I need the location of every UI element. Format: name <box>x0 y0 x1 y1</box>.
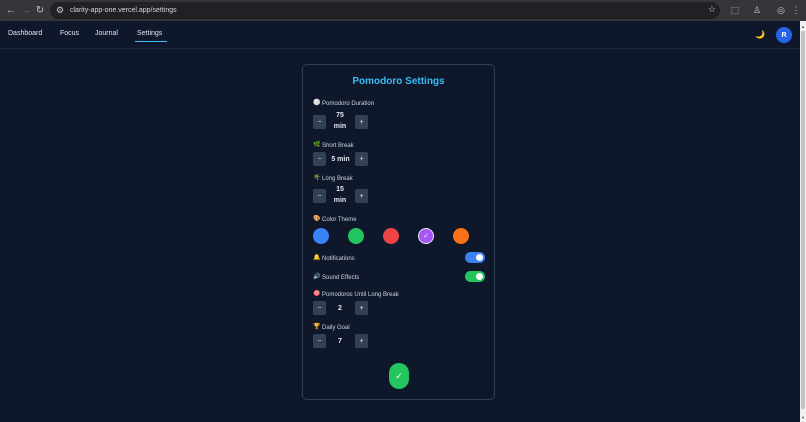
daily-goal-increase-button[interactable]: + <box>355 334 368 348</box>
pomodoros-until-long-break-label: 🎯 Pomodoros Until Long Break <box>313 291 399 298</box>
color-swatch[interactable] <box>383 228 399 244</box>
speaker-icon: 🔊 <box>313 274 321 280</box>
nav-link-settings[interactable]: Settings <box>137 30 162 37</box>
long-break-value: 15 min <box>330 184 350 206</box>
save-button[interactable]: ✓ <box>389 363 409 389</box>
pomodoros-decrease-button[interactable]: − <box>313 301 326 315</box>
daily-goal-value: 7 <box>338 338 342 345</box>
pomodoro-decrease-button[interactable]: − <box>313 115 326 129</box>
bookmark-star-icon[interactable]: ☆ <box>708 4 716 15</box>
account-icon[interactable]: ◎ <box>774 3 788 18</box>
bell-icon: 🔔 <box>313 255 321 261</box>
active-nav-indicator <box>135 41 167 42</box>
forward-icon[interactable]: → <box>19 3 33 17</box>
long-break-text: Long Break <box>322 175 353 182</box>
toggle-knob <box>476 254 483 261</box>
short-break-label: 🌿 Short Break <box>313 142 354 149</box>
long-break-increase-button[interactable]: + <box>355 189 368 203</box>
nav-link-journal[interactable]: Journal <box>95 30 118 37</box>
site-settings-icon[interactable]: ⚙ <box>53 4 67 18</box>
palette-icon: 🎨 <box>313 216 321 222</box>
color-swatch[interactable] <box>313 228 329 244</box>
check-icon: ✓ <box>395 370 403 381</box>
color-theme-label: 🎨 Color Theme <box>313 216 357 223</box>
daily-goal-decrease-button[interactable]: − <box>313 334 326 348</box>
pomodoro-duration-label: ⚪ Pomodoro Duration <box>313 100 374 107</box>
short-break-text: Short Break <box>322 142 354 149</box>
extensions-icon[interactable]: ⬚ <box>728 3 742 18</box>
pomodoro-increase-button[interactable]: + <box>355 115 368 129</box>
app-navbar: Dashboard Focus Journal Settings 🌙 R <box>0 21 800 49</box>
daily-goal-text: Daily Goal <box>322 324 350 331</box>
sound-effects-label: 🔊 Sound Effects <box>313 274 359 281</box>
profile-icon[interactable]: ♙ <box>750 3 764 18</box>
short-break-increase-button[interactable]: + <box>355 152 368 166</box>
toggle-knob <box>476 273 483 280</box>
target-icon: 🎯 <box>313 291 321 297</box>
reload-icon[interactable]: ↻ <box>33 3 47 17</box>
pomodoro-duration-value: 75 min <box>330 110 350 132</box>
pomodoro-duration-number: 75 <box>336 112 344 119</box>
sound-effects-text: Sound Effects <box>322 274 360 281</box>
nav-link-focus[interactable]: Focus <box>60 30 79 37</box>
long-break-decrease-button[interactable]: − <box>313 189 326 203</box>
short-break-value: 5 min <box>331 156 350 163</box>
page-scrollbar[interactable]: ▲ ▼ <box>800 21 806 422</box>
pomodoros-until-long-break-text: Pomodoros Until Long Break <box>322 291 399 298</box>
chrome-menu-icon[interactable]: ⋮ <box>789 3 803 18</box>
page-title: Pomodoro Settings <box>352 76 445 87</box>
pomodoros-until-long-break-value: 2 <box>338 305 342 312</box>
scroll-thumb[interactable] <box>801 31 805 409</box>
long-break-number: 15 <box>336 186 344 193</box>
long-break-unit: min <box>333 197 347 204</box>
color-swatch[interactable] <box>348 228 364 244</box>
pomodoro-duration-unit: min <box>333 123 347 130</box>
short-break-decrease-button[interactable]: − <box>313 152 326 166</box>
back-icon[interactable]: ← <box>4 3 18 17</box>
timer-icon: ⚪ <box>313 100 321 106</box>
long-break-label: 🌴 Long Break <box>313 175 353 182</box>
address-bar[interactable]: ⚙ clarity-app-one.vercel.app/settings ☆ <box>50 2 720 19</box>
notifications-label: 🔔 Notifications <box>313 255 355 262</box>
sound-effects-toggle[interactable] <box>465 271 485 282</box>
url-text[interactable]: clarity-app-one.vercel.app/settings <box>70 7 177 14</box>
moon-icon[interactable]: 🌙 <box>755 30 765 39</box>
daily-goal-label: 🏆 Daily Goal <box>313 324 350 331</box>
scroll-up-icon[interactable]: ▲ <box>800 23 806 29</box>
avatar[interactable]: R <box>776 27 792 43</box>
color-swatch[interactable]: ✓ <box>418 228 434 244</box>
notifications-toggle[interactable] <box>465 252 485 263</box>
scroll-down-icon[interactable]: ▼ <box>800 414 806 420</box>
browser-toolbar: ← → ↻ ⚙ clarity-app-one.vercel.app/setti… <box>0 0 806 21</box>
pomodoro-settings-card: Pomodoro Settings ⚪ Pomodoro Duration − … <box>302 64 495 400</box>
palm-tree-icon: 🌴 <box>313 175 321 181</box>
notifications-text: Notifications <box>322 255 355 262</box>
pomodoros-increase-button[interactable]: + <box>355 301 368 315</box>
pomodoro-duration-text: Pomodoro Duration <box>322 100 375 107</box>
color-theme-text: Color Theme <box>322 216 357 223</box>
leaf-icon: 🌿 <box>313 142 321 148</box>
trophy-icon: 🏆 <box>313 324 321 330</box>
nav-link-dashboard[interactable]: Dashboard <box>8 30 42 37</box>
color-swatch[interactable] <box>453 228 469 244</box>
